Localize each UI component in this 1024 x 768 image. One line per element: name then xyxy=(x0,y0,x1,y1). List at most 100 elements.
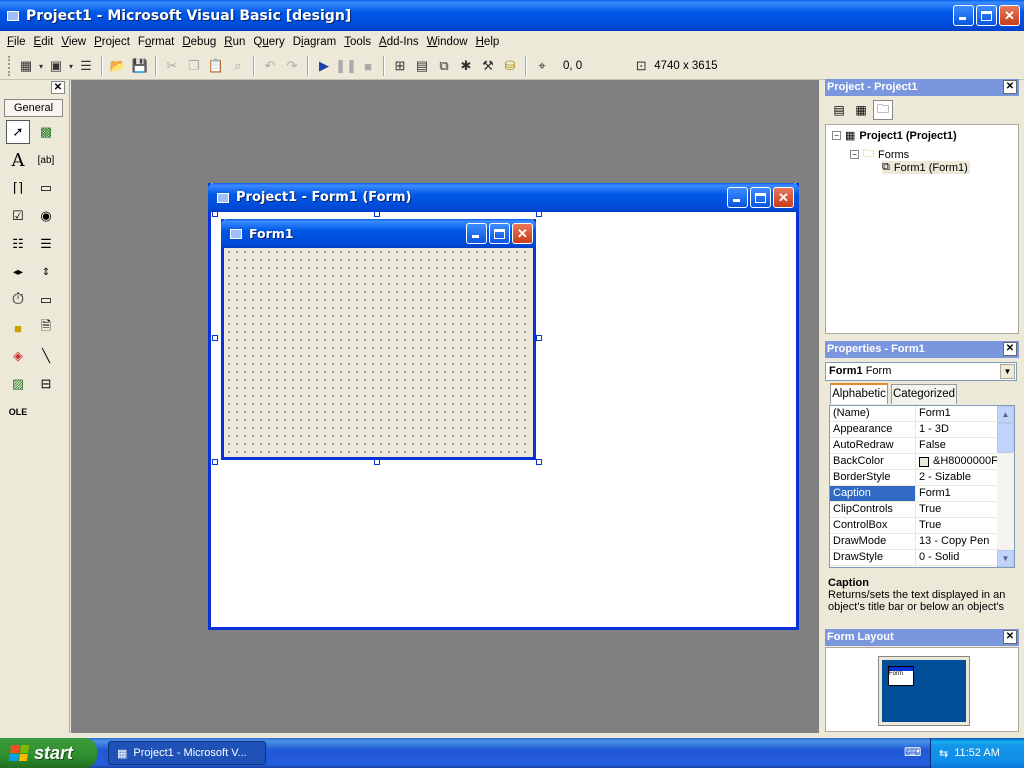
property-row[interactable]: BorderStyle 2 - Sizable xyxy=(830,470,998,486)
menu-addins[interactable]: Add-Ins xyxy=(376,36,422,48)
menu-diagram[interactable]: Diagram xyxy=(290,36,339,48)
designer-maximize-button[interactable] xyxy=(750,187,771,208)
menu-format[interactable]: Format xyxy=(135,36,177,48)
property-value[interactable]: True xyxy=(916,502,998,517)
property-value[interactable]: Form1 xyxy=(916,406,998,421)
dirlistbox-tool-icon[interactable]: ■ xyxy=(6,316,30,340)
close-button[interactable]: ✕ xyxy=(999,5,1020,26)
shape-tool-icon[interactable]: ◈ xyxy=(6,344,30,368)
vscrollbar-tool-icon[interactable]: ⇕ xyxy=(34,260,58,284)
property-row[interactable]: (Name) Form1 xyxy=(830,406,998,422)
start-button[interactable]: start xyxy=(0,738,97,768)
copy-icon[interactable]: ❐ xyxy=(183,55,205,77)
resize-handle[interactable] xyxy=(212,335,218,341)
designer-title-bar[interactable]: Project1 - Form1 (Form) ✕ xyxy=(208,183,799,212)
tree-project-node[interactable]: − ▦ Project1 (Project1) xyxy=(832,129,957,142)
collapse-icon[interactable]: − xyxy=(850,150,859,159)
tab-categorized[interactable]: Categorized xyxy=(891,384,957,404)
property-row[interactable]: BackColor &H8000000F xyxy=(830,454,998,470)
resize-handle[interactable] xyxy=(212,459,218,465)
combobox-tool-icon[interactable]: ☷ xyxy=(6,232,30,256)
commandbutton-tool-icon[interactable]: ▭ xyxy=(34,176,58,200)
find-icon[interactable]: ⌕ xyxy=(227,55,249,77)
properties-window-icon[interactable]: ▤ xyxy=(411,55,433,77)
checkbox-tool-icon[interactable]: ☑ xyxy=(6,204,30,228)
break-icon[interactable]: ❚❚ xyxy=(335,55,357,77)
property-row[interactable]: DrawStyle 0 - Solid xyxy=(830,550,998,566)
image-tool-icon[interactable]: ▨ xyxy=(6,372,30,396)
form-layout-close-icon[interactable]: ✕ xyxy=(1003,630,1017,644)
designer-close-button[interactable]: ✕ xyxy=(773,187,794,208)
property-row[interactable]: Appearance 1 - 3D xyxy=(830,422,998,438)
properties-title[interactable]: Properties - Form1 ✕ xyxy=(825,341,1019,358)
scroll-up-icon[interactable]: ▲ xyxy=(997,406,1014,423)
menu-window[interactable]: Window xyxy=(424,36,471,48)
toolbox-general-tab[interactable]: General xyxy=(4,99,63,117)
taskbar-button-vb[interactable]: ▦ Project1 - Microsoft V... xyxy=(108,741,266,765)
resize-handle[interactable] xyxy=(536,335,542,341)
scroll-down-icon[interactable]: ▼ xyxy=(997,550,1014,567)
undo-icon[interactable]: ↶ xyxy=(259,55,281,77)
keyboard-icon[interactable]: ⌨ xyxy=(904,745,921,759)
collapse-icon[interactable]: − xyxy=(832,131,841,140)
property-value[interactable]: &H8000000F xyxy=(916,454,998,469)
property-row[interactable]: Caption Form1 xyxy=(830,486,998,502)
dropdown-arrow-icon[interactable]: ▾ xyxy=(37,55,45,77)
frame-tool-icon[interactable]: ⌈⌉ xyxy=(6,176,30,200)
chevron-down-icon[interactable]: ▼ xyxy=(1000,364,1015,379)
properties-close-icon[interactable]: ✕ xyxy=(1003,342,1017,356)
line-tool-icon[interactable]: ╲ xyxy=(34,344,58,368)
add-form-icon[interactable]: ▣ xyxy=(45,55,67,77)
end-icon[interactable]: ■ xyxy=(357,55,379,77)
property-value[interactable]: False xyxy=(916,438,998,453)
property-value[interactable]: True xyxy=(916,518,998,533)
menu-help[interactable]: Help xyxy=(473,36,503,48)
toolbox-icon[interactable]: ⚒ xyxy=(477,55,499,77)
optionbutton-tool-icon[interactable]: ◉ xyxy=(34,204,58,228)
form-layout-icon[interactable]: ⧉ xyxy=(433,55,455,77)
menu-query[interactable]: Query xyxy=(250,36,287,48)
property-value[interactable]: Form1 xyxy=(916,486,998,501)
cut-icon[interactable]: ✂ xyxy=(161,55,183,77)
resize-handle[interactable] xyxy=(212,211,218,217)
drivelistbox-tool-icon[interactable]: ▭ xyxy=(34,288,58,312)
form1-title-bar[interactable]: Form1 ✕ xyxy=(221,219,536,248)
paste-icon[interactable]: 📋 xyxy=(205,55,227,77)
resize-handle[interactable] xyxy=(536,211,542,217)
menu-view[interactable]: View xyxy=(58,36,89,48)
object-browser-icon[interactable]: ✱ xyxy=(455,55,477,77)
label-tool-icon[interactable]: A xyxy=(6,148,30,172)
toggle-folders-icon[interactable]: 🗀 xyxy=(873,100,893,120)
data-tool-icon[interactable]: ⊟ xyxy=(34,372,58,396)
property-row[interactable]: ClipControls True xyxy=(830,502,998,518)
minimize-button[interactable] xyxy=(953,5,974,26)
pointer-tool-icon[interactable]: ➚ xyxy=(6,120,30,144)
textbox-tool-icon[interactable]: [ab] xyxy=(34,148,58,172)
resize-handle[interactable] xyxy=(374,211,380,217)
designer-minimize-button[interactable] xyxy=(727,187,748,208)
start-icon[interactable]: ▶ xyxy=(313,55,335,77)
network-icon[interactable]: ⇆ xyxy=(939,747,948,760)
picturebox-tool-icon[interactable]: ▩ xyxy=(34,120,58,144)
menu-tools[interactable]: Tools xyxy=(341,36,374,48)
form1-grid[interactable] xyxy=(225,248,532,454)
view-code-icon[interactable]: ▤ xyxy=(829,100,849,120)
open-project-icon[interactable]: 📂 xyxy=(107,55,129,77)
property-row[interactable]: AutoRedraw False xyxy=(830,438,998,454)
toolbar-grip[interactable] xyxy=(8,56,11,76)
listbox-tool-icon[interactable]: ☰ xyxy=(34,232,58,256)
menu-run[interactable]: Run xyxy=(221,36,248,48)
menu-editor-icon[interactable]: ☰ xyxy=(75,55,97,77)
property-value[interactable]: 13 - Copy Pen xyxy=(916,534,998,549)
ole-tool-icon[interactable]: OLE xyxy=(6,400,30,424)
project-close-icon[interactable]: ✕ xyxy=(1003,80,1017,94)
property-value[interactable]: 2 - Sizable xyxy=(916,470,998,485)
form1-maximize-button[interactable] xyxy=(489,223,510,244)
filelistbox-tool-icon[interactable]: 🗎 xyxy=(34,316,58,340)
form1-minimize-button[interactable] xyxy=(466,223,487,244)
tab-alphabetic[interactable]: Alphabetic xyxy=(830,383,888,404)
scroll-thumb[interactable] xyxy=(997,423,1014,453)
redo-icon[interactable]: ↷ xyxy=(281,55,303,77)
form1-close-button[interactable]: ✕ xyxy=(512,223,533,244)
main-title-bar[interactable]: Project1 - Microsoft Visual Basic [desig… xyxy=(0,0,1024,31)
